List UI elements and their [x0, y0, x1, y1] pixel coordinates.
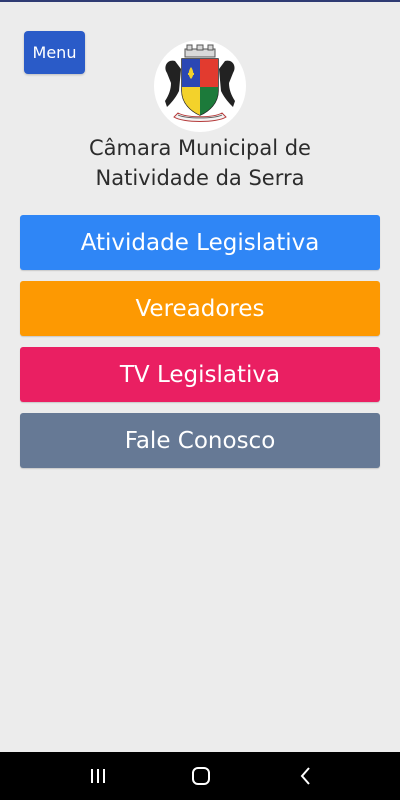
vereadores-label: Vereadores	[135, 295, 265, 322]
system-navigation-bar	[0, 752, 400, 800]
tv-legislativa-label: TV Legislativa	[119, 361, 281, 388]
page-title-line-1: Câmara Municipal de	[89, 136, 311, 160]
page-title-line-2: Natividade da Serra	[95, 166, 305, 190]
coat-of-arms-icon	[165, 44, 235, 122]
menu-button[interactable]: Menu	[24, 31, 85, 74]
atividade-legislativa-label: Atividade Legislativa	[80, 229, 320, 256]
recent-apps-icon[interactable]	[86, 764, 110, 788]
atividade-legislativa-button[interactable]: Atividade Legislativa	[20, 215, 380, 270]
fale-conosco-button[interactable]: Fale Conosco	[20, 413, 380, 468]
top-accent-line	[0, 0, 400, 2]
vereadores-button[interactable]: Vereadores	[20, 281, 380, 336]
home-icon[interactable]	[189, 764, 213, 788]
tv-legislativa-button[interactable]: TV Legislativa	[20, 347, 380, 402]
page-title: Câmara Municipal de Natividade da Serra	[20, 133, 380, 193]
fale-conosco-label: Fale Conosco	[124, 427, 276, 454]
menu-button-label: Menu	[32, 43, 77, 62]
municipal-crest-logo	[154, 40, 246, 132]
back-icon[interactable]	[294, 764, 318, 788]
